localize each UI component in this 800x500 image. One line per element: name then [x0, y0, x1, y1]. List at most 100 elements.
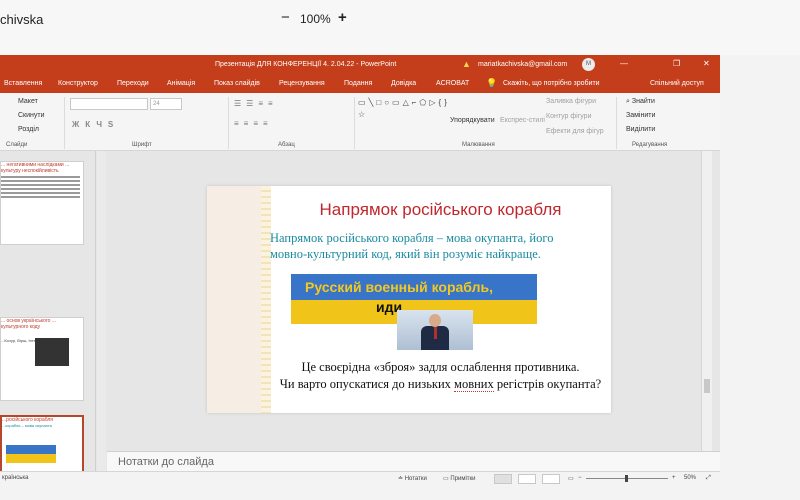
slide-question[interactable]: Чи варто опускатися до низьких мовних ре… — [270, 377, 611, 392]
lightbulb-icon: 💡 — [486, 78, 498, 88]
minimize-button[interactable]: — — [620, 59, 628, 68]
layout-button[interactable]: Макет — [18, 98, 38, 105]
thumbnail-text-line — [1, 176, 80, 178]
viewer-toolbar: chivska − 100% + — [0, 0, 800, 55]
tab-design[interactable]: Конструктор — [58, 80, 98, 87]
thumbnail-text-line — [1, 184, 80, 186]
thumbnails-scrollbar[interactable] — [97, 151, 106, 471]
slide-editor: Напрямок російського корабля Напрямок ро… — [107, 151, 720, 451]
group-divider — [228, 97, 229, 149]
thumbnail-photo — [35, 338, 69, 366]
avatar[interactable]: M — [582, 58, 595, 71]
group-divider — [64, 97, 65, 149]
thumbnail-text-line — [1, 192, 80, 194]
slides-group-label: Слайди — [6, 142, 28, 148]
status-zoom-out[interactable]: − — [578, 475, 582, 481]
restore-button[interactable]: ❐ — [673, 59, 680, 68]
photo-head — [429, 314, 441, 327]
font-size-box[interactable]: 24 — [150, 98, 182, 110]
thumbnail-text-line — [1, 180, 80, 182]
tab-slideshow[interactable]: Показ слайдів — [214, 80, 260, 87]
slide-title[interactable]: Напрямок російського корабля — [270, 200, 611, 220]
tab-help[interactable]: Довідка — [391, 80, 416, 87]
scrollbar-thumb[interactable] — [704, 379, 710, 393]
document-title: Презентація ДЛЯ КОНФЕРЕНЦІЇ 4. 2.04.22 -… — [215, 61, 397, 68]
notes-toggle[interactable]: ≐ Нотатки — [398, 475, 427, 482]
editor-vertical-scrollbar[interactable] — [701, 151, 712, 451]
reading-view-button[interactable] — [542, 474, 560, 484]
slide-thumbnail[interactable]: ... основ українського ... культурного к… — [0, 317, 84, 401]
notes-placeholder: Нотатки до слайда — [118, 456, 214, 468]
slide-text-line[interactable]: Це своєрідна «зброя» задля ослаблення пр… — [270, 360, 611, 375]
slide-thumbnail[interactable]: ... негативними наслідками ... культуру … — [0, 161, 84, 245]
spellcheck-underlined-word: мовних — [454, 377, 494, 392]
font-name-box[interactable] — [70, 98, 148, 110]
tell-me-search[interactable]: Скажіть, що потрібно зробити — [503, 80, 600, 87]
slide-thumbnails-pane: ... негативними наслідками ... культуру … — [0, 151, 96, 485]
language-indicator[interactable]: країнська — [2, 475, 29, 481]
tab-animation[interactable]: Анімація — [167, 80, 195, 87]
editing-group-label: Редагування — [632, 142, 668, 148]
shape-outline-button[interactable]: Контур фігури — [546, 113, 591, 120]
powerpoint-window: Презентація ДЛЯ КОНФЕРЕНЦІЇ 4. 2.04.22 -… — [0, 55, 720, 485]
find-label: Знайти — [631, 98, 655, 105]
viewer-title: chivska — [0, 12, 44, 27]
question-text: регістрів окупанта? — [493, 377, 602, 391]
warning-icon[interactable]: ▲ — [462, 59, 471, 69]
slide-sorter-button[interactable] — [518, 474, 536, 484]
slide-body-line: мовно-культурний код, який він розуміє н… — [270, 247, 541, 261]
list-buttons[interactable]: ☰☰≡≡ — [234, 99, 278, 108]
shapes-gallery[interactable]: ▭╲□○▭△⌐⬠▷{}☆ — [358, 97, 447, 121]
current-slide[interactable]: Напрямок російського корабля Напрямок ро… — [207, 186, 611, 413]
title-bar: Презентація ДЛЯ КОНФЕРЕНЦІЇ 4. 2.04.22 -… — [0, 55, 720, 75]
replace-button[interactable]: Замінити — [626, 112, 655, 119]
close-button[interactable]: ✕ — [703, 59, 710, 68]
thumbnail-caption: ...корабля – мова окупанта — [2, 423, 52, 428]
ribbon: Макет Скинути Розділ Слайди 24 ЖКЧS Шриф… — [0, 93, 720, 151]
tab-review[interactable]: Рецензування — [279, 80, 325, 87]
notes-pane[interactable]: Нотатки до слайда — [107, 451, 720, 471]
reset-button[interactable]: Скинути — [18, 112, 45, 119]
comments-toggle-label: Примітки — [450, 476, 476, 482]
ribbon-tabs: Вставлення Конструктор Переходи Анімація… — [0, 75, 720, 93]
shape-effects-button[interactable]: Ефекти для фігур — [546, 128, 604, 135]
fit-to-window-icon[interactable]: ⤢ — [706, 475, 711, 482]
thumbnail-title: ... негативними наслідками ... культуру … — [1, 162, 70, 174]
normal-view-button[interactable] — [494, 474, 512, 484]
select-button[interactable]: Виділити — [626, 126, 655, 133]
share-button[interactable]: Спільний доступ — [650, 80, 704, 87]
user-email[interactable]: mariatkachivska@gmail.com — [478, 61, 567, 68]
find-button[interactable]: ⌕ Знайти — [626, 98, 655, 106]
section-button[interactable]: Розділ — [18, 126, 39, 133]
thumbnail-banner — [6, 445, 56, 463]
zoom-level: 100% — [300, 12, 331, 26]
thumbnail-text-line — [1, 196, 80, 198]
arrange-button[interactable]: Упорядкувати — [450, 117, 495, 124]
slideshow-view-button[interactable]: ▭ — [568, 475, 574, 482]
paragraph-group-label: Абзац — [278, 142, 295, 148]
slide-body-text[interactable]: Напрямок російського корабля – мова окуп… — [270, 230, 600, 262]
status-zoom-in[interactable]: + — [672, 475, 676, 481]
zoom-in-button[interactable]: + — [338, 9, 347, 26]
photo-tie — [434, 327, 437, 339]
speaker-photo[interactable] — [397, 310, 473, 350]
zoom-out-button[interactable]: − — [281, 9, 290, 26]
tab-view[interactable]: Подання — [344, 80, 372, 87]
group-divider — [354, 97, 355, 149]
thumbnail-text-line — [1, 188, 80, 190]
thumbnail-title: ... основ українського ... культурного к… — [1, 318, 57, 330]
align-buttons[interactable]: ≡≡≡≡ — [234, 119, 273, 128]
comments-toggle[interactable]: ▭ Примітки — [443, 475, 476, 482]
question-text: Чи варто опускатися до низьких — [279, 377, 455, 391]
tab-insert[interactable]: Вставлення — [4, 80, 42, 87]
font-format-buttons[interactable]: ЖКЧS — [72, 120, 119, 129]
status-zoom-level[interactable]: 50% — [684, 475, 696, 481]
quick-styles-button[interactable]: Експрес-стилі — [500, 117, 545, 124]
notes-toggle-label: Нотатки — [404, 476, 427, 482]
zoom-slider-knob[interactable] — [625, 475, 628, 482]
group-divider — [616, 97, 617, 149]
tab-transitions[interactable]: Переходи — [117, 80, 149, 87]
status-bar: країнська ≐ Нотатки ▭ Примітки ▭ − + 50%… — [0, 471, 720, 485]
tab-acrobat[interactable]: ACROBAT — [436, 80, 469, 87]
shape-fill-button[interactable]: Заливка фігури — [546, 98, 596, 105]
